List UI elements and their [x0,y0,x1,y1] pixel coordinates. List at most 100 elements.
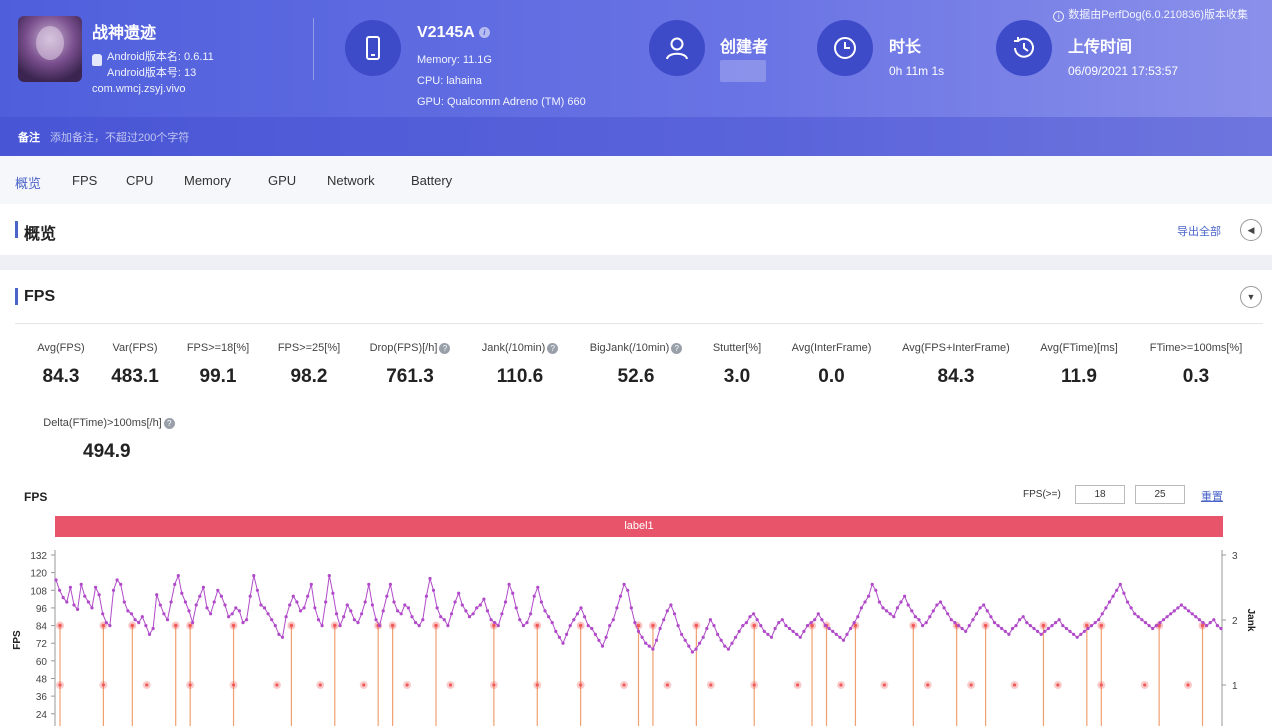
fps-point [1075,635,1079,639]
fps-point [219,594,223,598]
stat-delta-ftime: Delta(FTime)>100ms[/h]? 494.9 [34,417,184,463]
tab-battery[interactable]: Battery [411,173,452,188]
fps-point [97,593,101,597]
threshold-input-1[interactable] [1075,485,1125,504]
fps-point [1000,626,1004,631]
fps-point [295,600,299,604]
fps-point [547,615,551,619]
bigjank-dot [58,623,62,628]
fps-point [327,574,331,578]
fps-point [262,606,267,610]
fps-point [935,603,939,607]
fps-point [784,624,788,628]
fps-point [838,635,842,639]
note-input[interactable]: 添加备注，不超过200个字符 [50,129,189,145]
fps-point [270,618,274,622]
export-all-link[interactable]: 导出全部 [1177,223,1221,239]
tab-fps[interactable]: FPS [72,173,97,188]
collapse-down-button[interactable]: ▼ [1240,286,1262,308]
fps-point [870,582,874,586]
tab-overview[interactable]: 概览 [15,173,41,192]
jank-dot [535,683,539,687]
fps-point [766,632,770,636]
tab-memory[interactable]: Memory [184,173,231,188]
bigjank-dot [983,623,988,628]
jank-dot [882,683,886,687]
fps-point [248,594,252,598]
fps-point [460,603,464,607]
fps-point [913,615,918,619]
fps-point [1032,626,1036,631]
fps-point [431,588,436,592]
fps-point [108,624,112,628]
fps-point [119,582,123,586]
fps-point [129,612,134,616]
y2-tick-label: 3 [1232,551,1238,562]
tab-network[interactable]: Network [327,173,375,188]
device-info-icon[interactable]: i [478,27,490,38]
fps-point [1086,626,1090,631]
tab-cpu[interactable]: CPU [126,173,153,188]
fps-point [985,609,989,613]
creator-label: 创建者 [720,39,769,56]
fps-point [471,612,475,616]
fps-point [446,624,450,628]
fps-point [165,618,170,622]
fps-point [180,591,184,595]
android-version-name: Android版本名: 0.6.11 [107,51,214,63]
fps-point [1154,624,1158,628]
bigjank-dot [911,623,916,628]
fps-point [241,621,245,625]
fps-point [1039,632,1043,636]
fps-point [953,621,957,625]
fps-point [133,618,137,622]
fps-point [982,603,986,607]
fps-point [1097,618,1101,622]
fps-point [230,612,234,616]
fps-point [367,582,371,586]
y-tick-label: 84 [36,622,48,633]
fps-point [1183,606,1187,610]
fps-point [1208,621,1212,625]
note-bar[interactable]: 备注 添加备注，不超过200个字符 [0,117,1272,156]
fps-chart[interactable]: 24 36 48 60 72 84 96 108 120 132 1 2 3 FPS Jank [0,540,1272,726]
fps-point [1093,621,1097,625]
fps-point [349,609,353,613]
help-icon[interactable]: ? [439,343,451,354]
tab-gpu[interactable]: GPU [268,173,296,188]
label-band[interactable]: label1 [55,516,1223,537]
help-icon[interactable]: ? [671,343,683,354]
threshold-input-2[interactable] [1135,485,1185,504]
fps-point [680,632,684,636]
app-name: 战神遗迹 [92,25,157,42]
y-tick-label: 36 [36,692,48,703]
fps-point [748,615,752,619]
fps-point [496,624,500,628]
fps-point [593,632,598,636]
fps-point [989,615,993,619]
bigjank-dot [636,623,641,628]
fps-point [885,609,889,613]
fps-point [147,632,152,636]
bigjank-dot [231,623,236,628]
help-icon[interactable]: ? [163,418,175,429]
fps-point [1158,621,1162,625]
fps-point [874,588,878,592]
fps-point [978,606,982,610]
device-cpu: CPU: lahaina [417,75,482,87]
collapse-left-button[interactable]: ◀ [1240,219,1262,241]
fps-point [1205,624,1209,628]
fps-point [457,591,461,595]
fps-point [237,609,241,613]
jank-dot [709,683,713,687]
help-icon[interactable]: ? [547,343,559,354]
fps-point [877,600,882,604]
reset-link[interactable]: 重置 [1201,488,1223,504]
fps-point [586,624,590,628]
stat-avg-ftime: Avg(FTime)[ms] 11.9 [1040,342,1118,387]
fps-point [439,615,443,619]
fps-point [557,635,562,639]
fps-point [421,618,425,622]
fps-point [1003,629,1007,633]
fps-point [683,638,687,642]
